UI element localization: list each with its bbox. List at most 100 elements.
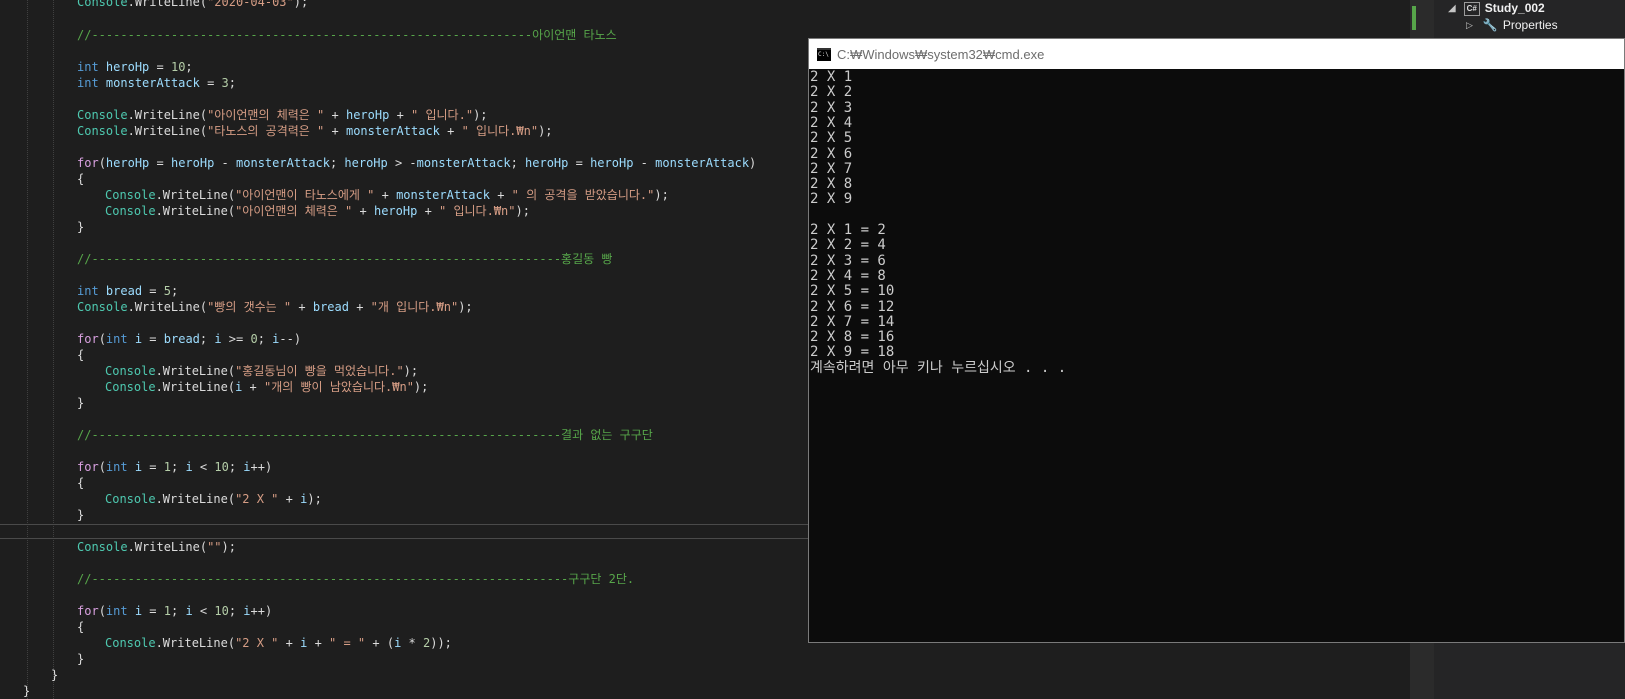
console-output-line: 계속하려면 아무 키나 누르십시오 . . . [810,359,1067,376]
code-token: = [199,76,222,90]
code-token: int [77,284,99,298]
code-token: ); [413,380,429,394]
console-output-line: 2 X 6 = 12 [810,298,895,315]
code-token: monsterAttack [396,188,490,202]
code-line: } [0,683,1410,699]
code-token: monsterAttack [416,156,511,170]
code-token: i [185,604,193,618]
code-token: > - [387,156,417,170]
code-token: i [214,332,222,346]
code-token: Console [77,0,128,9]
code-token: 10 [214,460,229,474]
code-token: " 입니다.₩n" [461,124,539,138]
code-token: Console [77,124,128,138]
code-token: { [77,476,85,490]
code-token: + [348,300,371,314]
code-token: .WriteLine( [127,540,208,554]
code-token: heroHp [344,156,388,170]
code-token: ; [199,332,215,346]
code-token: i [134,604,143,618]
tree-item-project[interactable]: ◢ C# Study_002 [1448,0,1545,17]
code-token: "아이언맨의 체력은 " [207,108,325,122]
code-token: "빵의 갯수는 " [207,300,292,314]
code-token: } [77,652,85,666]
code-token: ); [221,540,236,554]
console-output-line: 2 X 1 [810,69,853,85]
change-marker [1412,6,1416,30]
code-token: " 입니다." [411,108,474,122]
code-token: heroHp [105,60,150,74]
code-token: ; [171,604,186,618]
code-token: ); [538,124,553,138]
code-token: .WriteLine( [155,364,236,378]
code-token: heroHp [373,204,418,218]
cmd-title: C:₩Windows₩system32₩cmd.exe [837,46,1045,62]
code-token: + [352,204,374,218]
code-token: .WriteLine( [127,300,208,314]
code-token: ); [473,108,488,122]
code-token: ; [228,76,236,90]
code-token: "2 X " [235,492,279,506]
code-token: "개의 빵이 남았습니다.₩n" [263,380,414,394]
collapsed-triangle-icon[interactable]: ▷ [1466,17,1473,34]
code-token: - [214,156,237,170]
code-token: ); [307,492,322,506]
code-token: "아이언맨의 체력은 " [235,204,353,218]
code-token: = [149,60,171,74]
code-token: int [105,460,128,474]
console-output-line: 2 X 2 [810,84,853,101]
code-token: + [417,204,440,218]
code-token: 0 [250,332,258,346]
code-token: ( [98,156,106,170]
code-token: Console [105,492,156,506]
code-token: int [105,604,128,618]
console-output-line: 2 X 4 [810,114,853,131]
code-token: i [185,460,193,474]
code-token: = [568,156,591,170]
code-token: ; [171,460,186,474]
code-token: Console [105,204,156,218]
code-token: Console [105,188,156,202]
console-output-line: 2 X 5 [810,130,853,147]
cmd-icon [817,47,831,61]
code-token: .WriteLine( [155,204,236,218]
code-token: 3 [221,76,229,90]
code-token: " 입니다.₩n" [439,204,516,218]
cmd-titlebar[interactable]: C:₩Windows₩system32₩cmd.exe [809,39,1624,69]
tree-item-properties[interactable]: ▷ 🔧 Properties [1466,17,1558,34]
code-token: " 의 공격을 받았습니다." [511,188,655,202]
code-token: Console [77,300,128,314]
code-token: = [142,460,164,474]
console-output-line: 2 X 7 [810,160,853,177]
code-token: - [633,156,656,170]
code-token: WriteLine( [134,0,208,9]
code-token: + [439,124,462,138]
code-token: "아이언맨이 타노스에게 " [235,188,375,202]
code-line: } [0,667,1410,683]
cmd-window[interactable]: C:₩Windows₩system32₩cmd.exe 2 X 12 X 2 2 … [808,38,1625,643]
code-token: int [77,76,99,90]
code-token: " = " [329,636,366,650]
code-token: monsterAttack [655,156,750,170]
code-token: i [134,460,143,474]
code-token: bread [312,300,349,314]
code-token: Console [105,364,156,378]
code-token: for [77,604,99,618]
code-token: monsterAttack [105,76,200,90]
code-token: + ( [365,636,395,650]
expanded-triangle-icon[interactable]: ◢ [1448,0,1456,17]
code-token: )); [430,636,452,650]
code-token: { [77,348,85,362]
console-output-line: 2 X 6 [810,145,853,162]
code-token: "타노스의 공격력은 " [207,124,325,138]
code-token: + [291,300,313,314]
code-token: { [77,620,85,634]
code-token: < [192,460,215,474]
code-token: >= [221,332,251,346]
code-token: 1 [163,460,171,474]
